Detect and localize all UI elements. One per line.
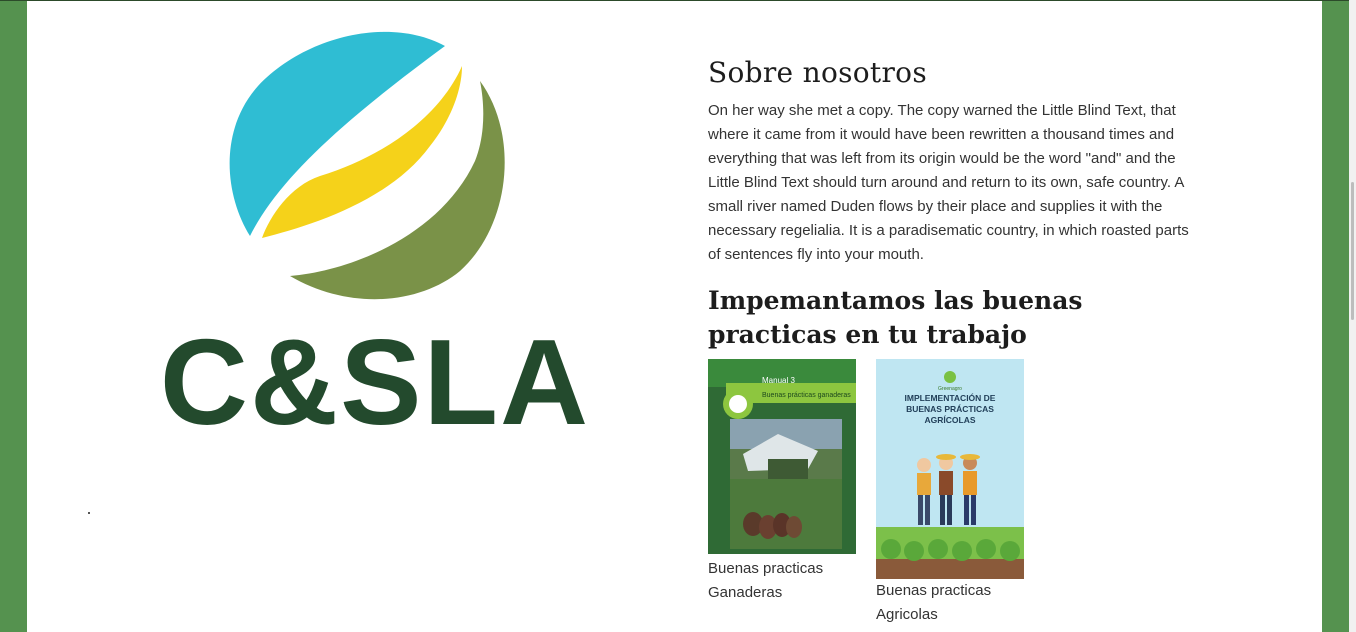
scrollbar[interactable] bbox=[1349, 0, 1356, 632]
card-agricolas-label[interactable]: Buenas practicas Agricolas bbox=[876, 579, 1024, 627]
card-agricolas[interactable]: Greenagro IMPLEMENTACIÓN DE BUENAS PRÁCT… bbox=[876, 359, 1024, 627]
card-ganaderas-label[interactable]: Buenas practicas Ganaderas bbox=[708, 557, 856, 605]
logo-text: C&SLA bbox=[160, 314, 590, 436]
scrollbar-thumb[interactable] bbox=[1351, 182, 1354, 320]
cover-ganaderas-image[interactable]: Manual 3 Buenas prácticas ganaderas bbox=[708, 359, 856, 554]
cover-title: IMPLEMENTACIÓN DE BUENAS PRÁCTICAS AGRÍC… bbox=[904, 393, 996, 425]
decorative-dot bbox=[88, 512, 90, 514]
cover-agricolas-image[interactable]: Greenagro IMPLEMENTACIÓN DE BUENAS PRÁCT… bbox=[876, 359, 1024, 579]
about-text: On her way she met a copy. The copy warn… bbox=[708, 102, 1189, 263]
cover-brand: Greenagro bbox=[938, 386, 962, 392]
about-title: Sobre nosotros bbox=[708, 56, 927, 89]
practices-title: Impemantamos las buenas practicas en tu … bbox=[708, 286, 1083, 349]
csla-logo: C&SLA bbox=[160, 27, 590, 436]
card-ganaderas[interactable]: Manual 3 Buenas prácticas ganaderas Buen… bbox=[708, 359, 856, 605]
cover-badge: Manual 3 bbox=[762, 376, 795, 385]
cover-subtitle: Buenas prácticas ganaderas bbox=[762, 392, 851, 399]
